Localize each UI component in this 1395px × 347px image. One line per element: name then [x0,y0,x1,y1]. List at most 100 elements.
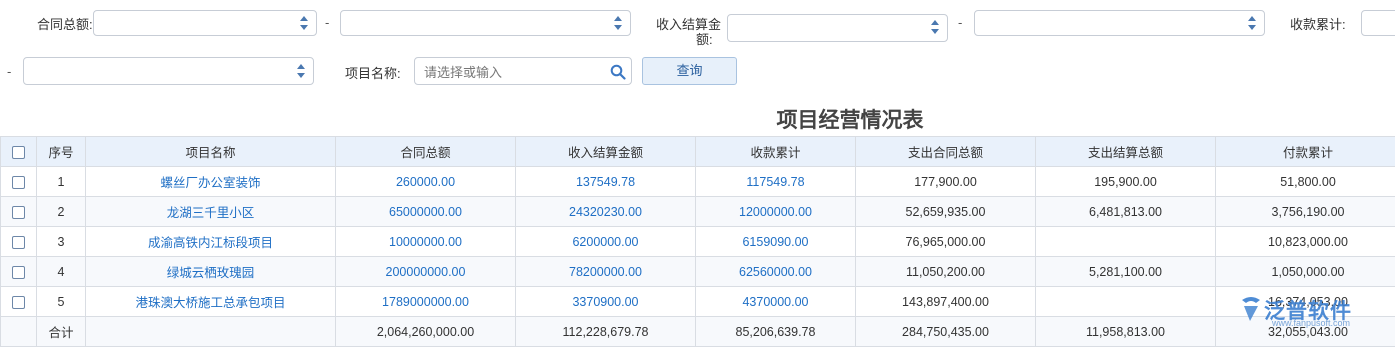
contract-total-label: 合同总额: [37,14,93,33]
col-header-received-total[interactable]: 收款累计 [696,137,856,167]
contract-total-link[interactable]: 200000000.00 [336,257,516,287]
table-row[interactable]: 1 螺丝厂办公室装饰 260000.00 137549.78 117549.78… [1,167,1395,197]
search-icon[interactable] [610,64,626,80]
out-settle-total: 5,281,100.00 [1036,257,1216,287]
income-settle-link[interactable]: 24320230.00 [516,197,696,227]
out-contract-total: 76,965,000.00 [856,227,1036,257]
out-settle-total: 6,481,813.00 [1036,197,1216,227]
row-checkbox[interactable] [12,266,25,279]
row-checkbox[interactable] [12,206,25,219]
total-income-settle: 112,228,679.78 [516,317,696,347]
received-total-min-input[interactable] [1361,10,1395,36]
spinner-icon[interactable] [1248,15,1256,31]
report-table: 序号 项目名称 合同总额 收入结算金额 收款累计 支出合同总额 支出结算总额 付… [0,136,1395,347]
table-row[interactable]: 4 绿城云栖玫瑰园 200000000.00 78200000.00 62560… [1,257,1395,287]
received-total-label: 收款累计: [1290,14,1346,33]
received-total-link[interactable]: 4370000.00 [696,287,856,317]
total-label: 合计 [37,317,86,347]
out-contract-total: 143,897,400.00 [856,287,1036,317]
report-title: 项目经营情况表 [0,104,1395,134]
income-settle-min-input[interactable] [727,14,948,42]
contract-total-link[interactable]: 65000000.00 [336,197,516,227]
received-total-max-input[interactable] [23,57,314,85]
project-name-link[interactable]: 成渝高铁内江标段项目 [86,227,336,257]
row-select-cell[interactable] [1,257,37,287]
total-empty-cell [1,317,37,347]
paid-total: 1,050,000.00 [1216,257,1395,287]
col-header-income-settle[interactable]: 收入结算金额 [516,137,696,167]
brand-watermark: 泛普软件 www.fanpusoft.com [1238,292,1388,332]
received-total-link[interactable]: 62560000.00 [696,257,856,287]
table-row[interactable]: 5 港珠澳大桥施工总承包项目 1789000000.00 3370900.00 … [1,287,1395,317]
brand-logo-icon [1238,294,1264,324]
table-header-row: 序号 项目名称 合同总额 收入结算金额 收款累计 支出合同总额 支出结算总额 付… [1,137,1395,167]
range-dash: - [7,64,11,79]
total-empty-cell [86,317,336,347]
col-header-out-settle-total[interactable]: 支出结算总额 [1036,137,1216,167]
contract-total-link[interactable]: 260000.00 [336,167,516,197]
received-total-link[interactable]: 6159090.00 [696,227,856,257]
out-contract-total: 52,659,935.00 [856,197,1036,227]
contract-total-min-input[interactable] [93,10,317,36]
select-all-cell[interactable] [1,137,37,167]
table-row[interactable]: 2 龙湖三千里小区 65000000.00 24320230.00 120000… [1,197,1395,227]
income-settle-link[interactable]: 3370900.00 [516,287,696,317]
out-settle-total [1036,227,1216,257]
row-no: 1 [37,167,86,197]
total-row: 合计 2,064,260,000.00 112,228,679.78 85,20… [1,317,1395,347]
row-select-cell[interactable] [1,167,37,197]
out-contract-total: 177,900.00 [856,167,1036,197]
income-settle-max-input[interactable] [974,10,1265,36]
row-no: 3 [37,227,86,257]
table-row[interactable]: 3 成渝高铁内江标段项目 10000000.00 6200000.00 6159… [1,227,1395,257]
total-out-settle: 11,958,813.00 [1036,317,1216,347]
income-settle-link[interactable]: 78200000.00 [516,257,696,287]
contract-total-max-input[interactable] [340,10,631,36]
col-header-contract-total[interactable]: 合同总额 [336,137,516,167]
range-dash: - [958,15,962,30]
project-name-link[interactable]: 螺丝厂办公室装饰 [86,167,336,197]
row-no: 4 [37,257,86,287]
range-dash: - [325,15,329,30]
row-select-cell[interactable] [1,197,37,227]
row-no: 2 [37,197,86,227]
spinner-icon[interactable] [300,15,308,31]
brand-url: www.fanpusoft.com [1272,318,1350,328]
spinner-icon[interactable] [614,15,622,31]
col-header-project-name[interactable]: 项目名称 [86,137,336,167]
row-checkbox[interactable] [12,236,25,249]
col-header-paid-total[interactable]: 付款累计 [1216,137,1395,167]
project-name-input[interactable] [422,62,606,82]
income-settle-label-2: 额: [696,29,713,48]
row-select-cell[interactable] [1,227,37,257]
paid-total: 51,800.00 [1216,167,1395,197]
select-all-checkbox[interactable] [12,146,25,159]
total-contract: 2,064,260,000.00 [336,317,516,347]
col-header-out-contract-total[interactable]: 支出合同总额 [856,137,1036,167]
total-out-contract: 284,750,435.00 [856,317,1036,347]
row-select-cell[interactable] [1,287,37,317]
project-name-label: 项目名称: [345,63,401,82]
income-settle-link[interactable]: 137549.78 [516,167,696,197]
project-name-link[interactable]: 港珠澳大桥施工总承包项目 [86,287,336,317]
contract-total-link[interactable]: 1789000000.00 [336,287,516,317]
out-settle-total [1036,287,1216,317]
project-name-search[interactable] [414,57,632,85]
paid-total: 3,756,190.00 [1216,197,1395,227]
out-contract-total: 11,050,200.00 [856,257,1036,287]
project-name-link[interactable]: 绿城云栖玫瑰园 [86,257,336,287]
paid-total: 10,823,000.00 [1216,227,1395,257]
income-settle-link[interactable]: 6200000.00 [516,227,696,257]
col-header-no[interactable]: 序号 [37,137,86,167]
contract-total-link[interactable]: 10000000.00 [336,227,516,257]
row-checkbox[interactable] [12,296,25,309]
row-no: 5 [37,287,86,317]
spinner-icon[interactable] [931,19,939,35]
spinner-icon[interactable] [297,63,305,79]
row-checkbox[interactable] [12,176,25,189]
query-button[interactable]: 查询 [642,57,737,85]
received-total-link[interactable]: 117549.78 [696,167,856,197]
total-received: 85,206,639.78 [696,317,856,347]
received-total-link[interactable]: 12000000.00 [696,197,856,227]
project-name-link[interactable]: 龙湖三千里小区 [86,197,336,227]
